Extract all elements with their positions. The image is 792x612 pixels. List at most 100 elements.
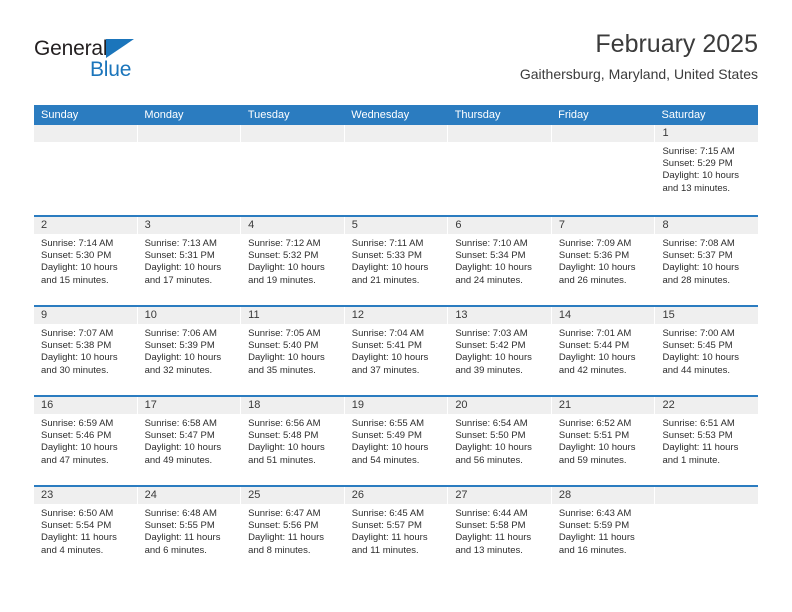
- sunset-text: Sunset: 5:37 PM: [662, 250, 733, 262]
- day-number: 3: [137, 217, 241, 234]
- sunrise-text: Sunrise: 6:56 AM: [248, 418, 321, 429]
- logo-text-blue: Blue: [90, 58, 132, 81]
- day-cell[interactable]: 8 Sunrise: 7:08 AM Sunset: 5:37 PM Dayli…: [655, 217, 759, 305]
- daylight-text-line2: and 59 minutes.: [558, 454, 627, 466]
- day-cell[interactable]: 6 Sunrise: 7:10 AM Sunset: 5:34 PM Dayli…: [448, 217, 552, 305]
- day-details: Sunrise: 7:04 AM Sunset: 5:41 PM Dayligh…: [345, 324, 448, 377]
- daylight-text-line2: and 16 minutes.: [558, 544, 627, 556]
- day-number: 27: [448, 487, 551, 504]
- day-number: 18: [241, 397, 344, 414]
- sunrise-text: Sunrise: 7:07 AM: [41, 328, 114, 339]
- daylight-text-line2: and 56 minutes.: [455, 454, 523, 466]
- day-cell[interactable]: 5 Sunrise: 7:11 AM Sunset: 5:33 PM Dayli…: [344, 217, 449, 305]
- day-number: 14: [551, 307, 655, 324]
- logo-triangle-icon: [106, 39, 134, 58]
- day-cell[interactable]: 23 Sunrise: 6:50 AM Sunset: 5:54 PM Dayl…: [34, 487, 138, 575]
- day-cell[interactable]: 17 Sunrise: 6:58 AM Sunset: 5:47 PM Dayl…: [137, 397, 242, 485]
- sunset-text: Sunset: 5:58 PM: [455, 520, 526, 532]
- generalblue-logo[interactable]: General Blue: [34, 37, 164, 85]
- day-details: Sunrise: 6:52 AM Sunset: 5:51 PM Dayligh…: [552, 414, 655, 467]
- day-cell[interactable]: [655, 487, 759, 575]
- day-cell[interactable]: 7 Sunrise: 7:09 AM Sunset: 5:36 PM Dayli…: [551, 217, 656, 305]
- daylight-text-line1: Daylight: 10 hours: [351, 442, 429, 454]
- calendar-table: Sunday Monday Tuesday Wednesday Thursday…: [34, 105, 759, 575]
- daylight-text-line2: and 17 minutes.: [144, 274, 213, 286]
- day-cell[interactable]: 9 Sunrise: 7:07 AM Sunset: 5:38 PM Dayli…: [34, 307, 138, 395]
- day-cell[interactable]: 14 Sunrise: 7:01 AM Sunset: 5:44 PM Dayl…: [551, 307, 656, 395]
- day-number: [344, 125, 448, 142]
- day-cell[interactable]: 18 Sunrise: 6:56 AM Sunset: 5:48 PM Dayl…: [241, 397, 345, 485]
- sunset-text: Sunset: 5:29 PM: [662, 158, 733, 170]
- day-details: Sunrise: 6:50 AM Sunset: 5:54 PM Dayligh…: [34, 504, 137, 557]
- day-cell[interactable]: 22 Sunrise: 6:51 AM Sunset: 5:53 PM Dayl…: [655, 397, 759, 485]
- day-cell[interactable]: [241, 125, 345, 215]
- daylight-text-line1: Daylight: 10 hours: [351, 352, 429, 364]
- day-cell[interactable]: 25 Sunrise: 6:47 AM Sunset: 5:56 PM Dayl…: [241, 487, 345, 575]
- day-number: 7: [551, 217, 655, 234]
- day-number: 1: [655, 125, 759, 142]
- weekday-header-friday: Friday: [558, 109, 589, 121]
- daylight-text-line1: Daylight: 10 hours: [455, 262, 532, 274]
- day-details: Sunrise: 6:43 AM Sunset: 5:59 PM Dayligh…: [552, 504, 655, 557]
- daylight-text-line1: Daylight: 10 hours: [144, 352, 222, 364]
- day-number: 9: [34, 307, 137, 324]
- day-details: Sunrise: 7:00 AM Sunset: 5:45 PM Dayligh…: [655, 324, 758, 377]
- sunrise-text: Sunrise: 7:01 AM: [558, 328, 632, 339]
- day-cell[interactable]: 27 Sunrise: 6:44 AM Sunset: 5:58 PM Dayl…: [448, 487, 552, 575]
- day-details: Sunrise: 6:45 AM Sunset: 5:57 PM Dayligh…: [345, 504, 448, 557]
- day-cell[interactable]: [448, 125, 552, 215]
- day-details: [448, 142, 551, 146]
- day-cell[interactable]: 4 Sunrise: 7:12 AM Sunset: 5:32 PM Dayli…: [241, 217, 345, 305]
- daylight-text-line2: and 26 minutes.: [558, 274, 627, 286]
- day-number: 25: [241, 487, 344, 504]
- daylight-text-line1: Daylight: 10 hours: [455, 352, 532, 364]
- day-cell[interactable]: 20 Sunrise: 6:54 AM Sunset: 5:50 PM Dayl…: [448, 397, 552, 485]
- day-details: Sunrise: 7:07 AM Sunset: 5:38 PM Dayligh…: [34, 324, 137, 377]
- daylight-text-line1: Daylight: 11 hours: [558, 532, 635, 544]
- day-details: Sunrise: 7:06 AM Sunset: 5:39 PM Dayligh…: [138, 324, 241, 377]
- day-cell[interactable]: 16 Sunrise: 6:59 AM Sunset: 5:46 PM Dayl…: [34, 397, 138, 485]
- day-number: [34, 125, 137, 142]
- day-details: Sunrise: 6:59 AM Sunset: 5:46 PM Dayligh…: [34, 414, 137, 467]
- day-cell[interactable]: 26 Sunrise: 6:45 AM Sunset: 5:57 PM Dayl…: [344, 487, 449, 575]
- daylight-text-line2: and 30 minutes.: [41, 364, 109, 376]
- daylight-text-line2: and 21 minutes.: [351, 274, 420, 286]
- day-cell[interactable]: 13 Sunrise: 7:03 AM Sunset: 5:42 PM Dayl…: [448, 307, 552, 395]
- daylight-text-line1: Daylight: 10 hours: [351, 262, 429, 274]
- day-cell[interactable]: [551, 125, 656, 215]
- day-cell[interactable]: 19 Sunrise: 6:55 AM Sunset: 5:49 PM Dayl…: [344, 397, 449, 485]
- day-cell[interactable]: 1 Sunrise: 7:15 AM Sunset: 5:29 PM Dayli…: [655, 125, 759, 215]
- sunset-text: Sunset: 5:31 PM: [144, 250, 215, 262]
- day-cell[interactable]: 15 Sunrise: 7:00 AM Sunset: 5:45 PM Dayl…: [655, 307, 759, 395]
- day-cell[interactable]: [34, 125, 138, 215]
- day-cell[interactable]: 11 Sunrise: 7:05 AM Sunset: 5:40 PM Dayl…: [241, 307, 345, 395]
- daylight-text-line2: and 24 minutes.: [455, 274, 523, 286]
- daylight-text-line1: Daylight: 10 hours: [41, 262, 118, 274]
- day-cell[interactable]: [137, 125, 242, 215]
- weekday-header-sunday: Sunday: [41, 109, 79, 121]
- sunset-text: Sunset: 5:45 PM: [662, 340, 733, 352]
- sunrise-text: Sunrise: 6:58 AM: [144, 418, 217, 429]
- day-cell[interactable]: 3 Sunrise: 7:13 AM Sunset: 5:31 PM Dayli…: [137, 217, 242, 305]
- sunset-text: Sunset: 5:34 PM: [455, 250, 526, 262]
- daylight-text-line1: Daylight: 10 hours: [248, 442, 325, 454]
- day-cell[interactable]: 24 Sunrise: 6:48 AM Sunset: 5:55 PM Dayl…: [137, 487, 242, 575]
- day-number: 17: [137, 397, 241, 414]
- day-number: 12: [344, 307, 448, 324]
- daylight-text-line1: Daylight: 10 hours: [662, 352, 740, 364]
- sunset-text: Sunset: 5:46 PM: [41, 430, 112, 442]
- day-cell[interactable]: 21 Sunrise: 6:52 AM Sunset: 5:51 PM Dayl…: [551, 397, 656, 485]
- day-cell[interactable]: [344, 125, 449, 215]
- daylight-text-line2: and 4 minutes.: [41, 544, 104, 556]
- day-number: [137, 125, 241, 142]
- day-cell[interactable]: 12 Sunrise: 7:04 AM Sunset: 5:41 PM Dayl…: [344, 307, 449, 395]
- day-details: Sunrise: 6:54 AM Sunset: 5:50 PM Dayligh…: [448, 414, 551, 467]
- sunset-text: Sunset: 5:47 PM: [144, 430, 215, 442]
- day-details: Sunrise: 7:14 AM Sunset: 5:30 PM Dayligh…: [34, 234, 137, 287]
- day-cell[interactable]: 2 Sunrise: 7:14 AM Sunset: 5:30 PM Dayli…: [34, 217, 138, 305]
- day-number: 22: [655, 397, 759, 414]
- day-cell[interactable]: 10 Sunrise: 7:06 AM Sunset: 5:39 PM Dayl…: [137, 307, 242, 395]
- day-cell[interactable]: 28 Sunrise: 6:43 AM Sunset: 5:59 PM Dayl…: [551, 487, 656, 575]
- sunset-text: Sunset: 5:56 PM: [248, 520, 319, 532]
- sunrise-text: Sunrise: 6:45 AM: [351, 508, 425, 519]
